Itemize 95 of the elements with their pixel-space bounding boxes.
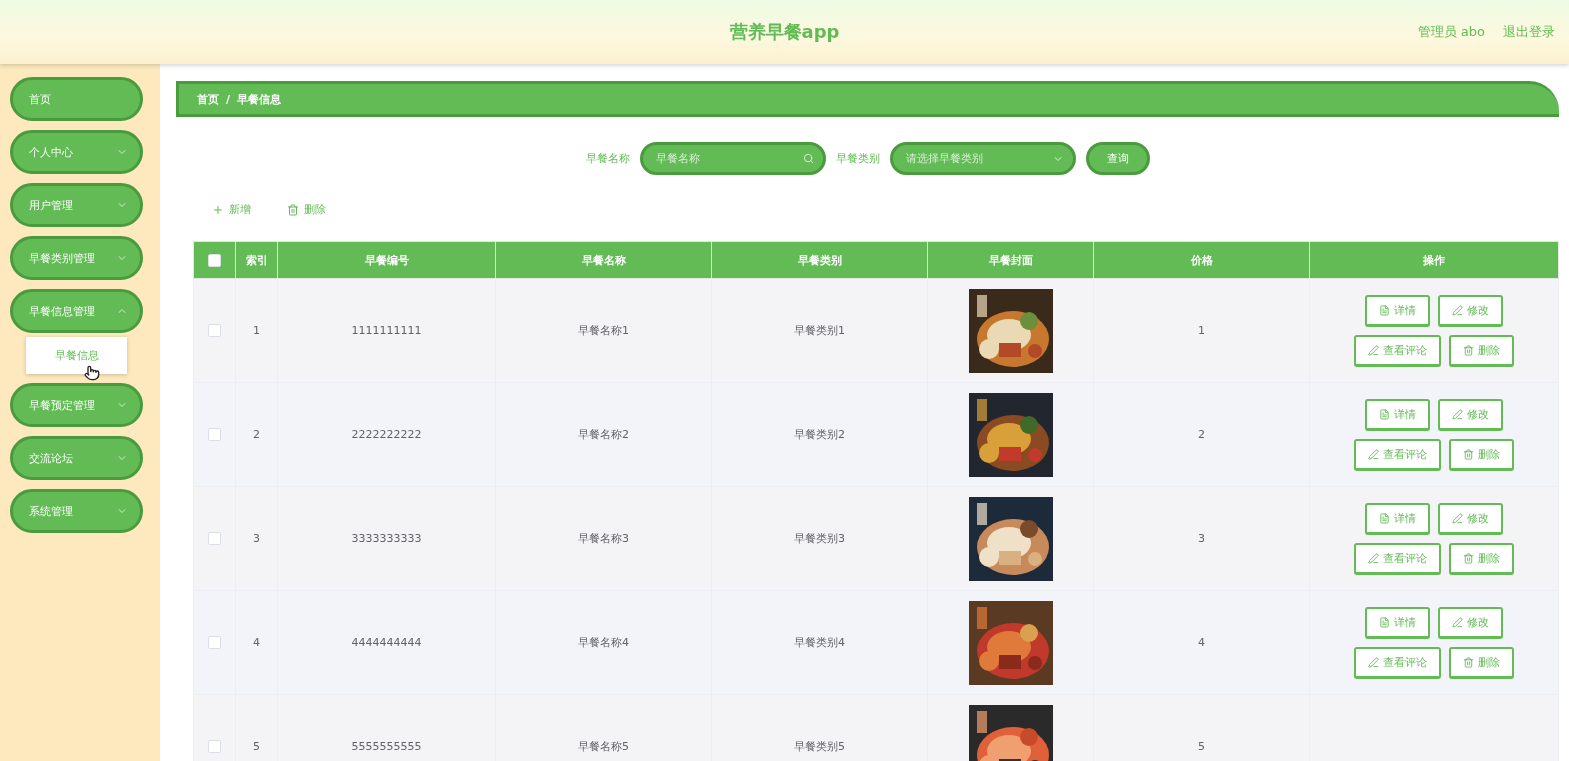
column-header: 操作 bbox=[1309, 241, 1559, 279]
table-cell: 1111111111 bbox=[351, 324, 422, 337]
delete-button[interactable]: 删除 bbox=[1449, 334, 1514, 367]
table-cell: 2222222222 bbox=[351, 428, 422, 441]
checkbox[interactable] bbox=[208, 428, 221, 442]
table-cell: 5 bbox=[253, 740, 260, 753]
search-icon bbox=[802, 153, 814, 164]
logout-link[interactable]: 退出登录 bbox=[1503, 23, 1555, 41]
trash-icon bbox=[1463, 552, 1474, 564]
document-icon bbox=[1379, 408, 1390, 420]
checkbox[interactable] bbox=[208, 636, 221, 650]
edit-button[interactable]: 修改 bbox=[1438, 398, 1503, 431]
pencil-icon bbox=[1452, 304, 1463, 316]
pencil-icon bbox=[1368, 448, 1379, 460]
breadcrumb-item[interactable]: 首页 bbox=[197, 91, 219, 107]
pencil-icon bbox=[1368, 344, 1379, 356]
table-cell: 2 bbox=[253, 428, 260, 441]
table-cell: 1 bbox=[1198, 324, 1205, 337]
search-field[interactable]: 早餐名称 bbox=[639, 142, 826, 175]
table-cell: 早餐类别3 bbox=[794, 532, 845, 545]
menu-item[interactable]: 早餐预定管理 bbox=[10, 383, 143, 427]
delete-button[interactable]: 删除 bbox=[1449, 646, 1514, 679]
table-cell: 早餐类别2 bbox=[794, 428, 845, 441]
document-icon bbox=[1379, 304, 1390, 316]
table-cell: 早餐类别1 bbox=[794, 324, 845, 337]
table-cell: 3333333333 bbox=[351, 532, 422, 545]
detail-button[interactable]: 详情 bbox=[1365, 502, 1430, 535]
detail-button[interactable]: 详情 bbox=[1365, 398, 1430, 431]
delete-button[interactable]: 删除 bbox=[285, 200, 328, 219]
menu-item[interactable]: 早餐信息管理 bbox=[10, 289, 143, 333]
checkbox[interactable] bbox=[208, 532, 221, 546]
comment-button[interactable]: 查看评论 bbox=[1354, 438, 1441, 471]
delete-button[interactable]: 删除 bbox=[1449, 542, 1514, 575]
checkbox[interactable] bbox=[208, 253, 221, 267]
table-cell: 4 bbox=[253, 636, 260, 649]
menu-item[interactable]: 早餐类别管理 bbox=[10, 236, 143, 280]
add-button[interactable]: 新增 bbox=[210, 200, 253, 219]
breadcrumb-item[interactable]: 早餐信息 bbox=[237, 91, 282, 107]
user-name: 管理员 abo bbox=[1417, 23, 1485, 41]
search-button[interactable]: 查询 bbox=[1085, 142, 1150, 175]
checkbox[interactable] bbox=[208, 324, 221, 338]
menu-item[interactable]: 首页 bbox=[10, 77, 143, 121]
table-cell: 1 bbox=[253, 324, 260, 337]
column-header: 早餐名称 bbox=[495, 241, 712, 279]
table-cell: 2 bbox=[1198, 428, 1205, 441]
pencil-icon bbox=[1452, 512, 1463, 524]
column-header: 价格 bbox=[1093, 241, 1310, 279]
column-header: 早餐封面 bbox=[927, 241, 1094, 279]
checkbox[interactable] bbox=[208, 740, 221, 754]
document-icon bbox=[1379, 512, 1390, 524]
table-cell: 早餐类别4 bbox=[794, 636, 845, 649]
pencil-icon bbox=[1452, 616, 1463, 628]
plus-icon bbox=[212, 203, 224, 216]
pencil-icon bbox=[1368, 656, 1379, 668]
table-cell: 早餐名称1 bbox=[578, 324, 629, 337]
document-icon bbox=[1379, 616, 1390, 628]
table-cell: 4444444444 bbox=[351, 636, 422, 649]
comment-button[interactable]: 查看评论 bbox=[1354, 646, 1441, 679]
menu-item[interactable]: 系统管理 bbox=[10, 489, 143, 533]
table-cell: 5555555555 bbox=[351, 740, 422, 753]
detail-button[interactable]: 详情 bbox=[1365, 606, 1430, 639]
trash-icon bbox=[1463, 656, 1474, 668]
table-cell: 5 bbox=[1198, 740, 1205, 753]
table-cell: 早餐名称3 bbox=[578, 532, 629, 545]
menu-item[interactable]: 个人中心 bbox=[10, 130, 143, 174]
field-label: 早餐名称 bbox=[585, 151, 630, 166]
pencil-icon bbox=[1368, 552, 1379, 564]
edit-button[interactable]: 修改 bbox=[1438, 606, 1503, 639]
table-cell: 3 bbox=[1198, 532, 1205, 545]
edit-button[interactable]: 修改 bbox=[1438, 294, 1503, 327]
field-label: 早餐类别 bbox=[835, 151, 880, 166]
select-field[interactable]: 请选择早餐类别 bbox=[889, 142, 1076, 175]
table-cell: 早餐类别5 bbox=[794, 740, 845, 753]
detail-button[interactable]: 详情 bbox=[1365, 294, 1430, 327]
column-header: 索引 bbox=[235, 241, 278, 279]
trash-icon bbox=[1463, 344, 1474, 356]
delete-button[interactable]: 删除 bbox=[1449, 438, 1514, 471]
table-cell: 3 bbox=[253, 532, 260, 545]
edit-button[interactable]: 修改 bbox=[1438, 502, 1503, 535]
column-header: 早餐类别 bbox=[711, 241, 928, 279]
app-title: 营养早餐app bbox=[729, 20, 840, 44]
comment-button[interactable]: 查看评论 bbox=[1354, 334, 1441, 367]
table-cell: 4 bbox=[1198, 636, 1205, 649]
pencil-icon bbox=[1452, 408, 1463, 420]
table-cell: 早餐名称5 bbox=[578, 740, 629, 753]
comment-button[interactable]: 查看评论 bbox=[1354, 542, 1441, 575]
trash-icon bbox=[1463, 448, 1474, 460]
table-cell: 早餐名称4 bbox=[578, 636, 629, 649]
menu-item[interactable]: 用户管理 bbox=[10, 183, 143, 227]
table-cell: 早餐名称2 bbox=[578, 428, 629, 441]
menu-item[interactable]: 交流论坛 bbox=[10, 436, 143, 480]
breadcrumb-separator: / bbox=[226, 92, 231, 106]
hand-cursor-icon bbox=[84, 365, 100, 381]
trash-icon bbox=[287, 203, 299, 216]
column-header: 早餐编号 bbox=[277, 241, 496, 279]
